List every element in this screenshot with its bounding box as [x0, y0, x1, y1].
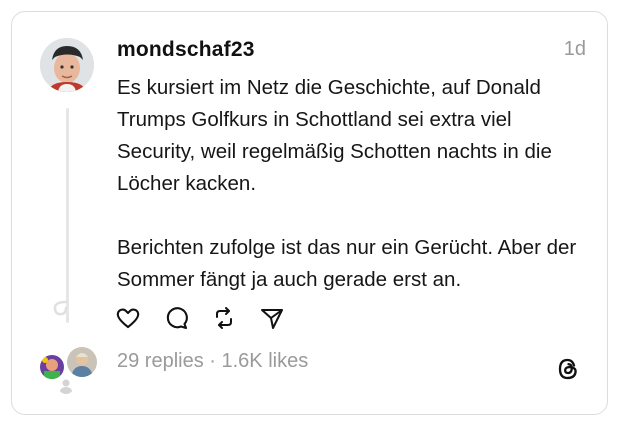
heart-icon [116, 308, 140, 329]
threads-logo-icon[interactable] [555, 356, 581, 382]
stats-separator: · [203, 350, 222, 372]
post-stats: 29 replies · 1.6K likes [117, 350, 308, 373]
author-avatar[interactable] [40, 38, 94, 92]
replies-count[interactable]: 29 replies [117, 350, 204, 372]
replier-avatar [65, 345, 99, 379]
comment-icon [166, 307, 188, 330]
like-button[interactable] [115, 305, 141, 331]
share-button[interactable] [259, 305, 285, 331]
repost-button[interactable] [211, 305, 237, 331]
action-bar [115, 305, 307, 331]
post-paragraph: Berichten zufolge ist das nur ein Gerüch… [117, 236, 577, 291]
post-body: Es kursiert im Netz die Geschichte, auf … [117, 72, 592, 296]
thread-curl [53, 300, 68, 316]
author-username[interactable]: mondschaf23 [117, 38, 255, 62]
repost-icon [216, 307, 232, 329]
post-timestamp: 1d [563, 38, 586, 60]
replier-avatars[interactable] [38, 345, 100, 397]
share-icon [261, 309, 283, 329]
likes-count[interactable]: 1.6K likes [222, 350, 309, 372]
replier-avatar [38, 353, 66, 381]
post-paragraph: Es kursiert im Netz die Geschichte, auf … [117, 76, 552, 195]
thread-line [66, 108, 69, 323]
reply-button[interactable] [163, 305, 189, 331]
replier-avatar [58, 378, 74, 394]
